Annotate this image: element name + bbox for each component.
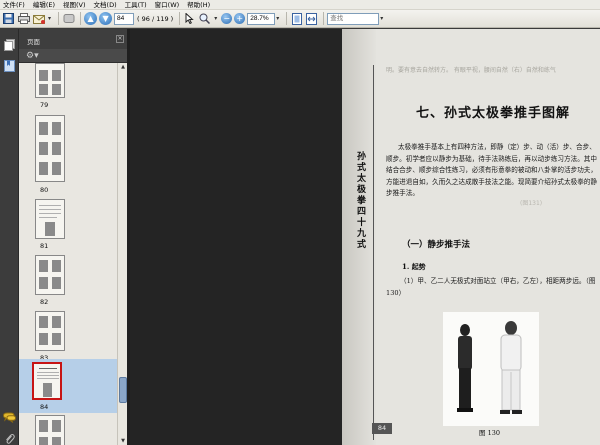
thumbnail-page — [35, 255, 65, 295]
email-dropdown-icon[interactable]: ▾ — [48, 15, 51, 22]
page-number-input[interactable] — [114, 12, 135, 25]
thumbnail-page — [35, 311, 65, 351]
zoom-level-field[interactable] — [247, 12, 276, 25]
hand-tool-button[interactable] — [62, 12, 75, 25]
panel-options-bar: ⚙▾ — [19, 49, 127, 63]
book-title-vertical: 孙式太极拳四十九式 — [355, 151, 365, 250]
toolbar-divider — [179, 12, 181, 25]
zoom-dropdown-icon[interactable]: ▾ — [276, 15, 279, 22]
scroll-down-icon[interactable]: ▼ — [119, 437, 127, 445]
thumbnail-label: 81 — [40, 242, 49, 250]
minus-icon: − — [223, 14, 231, 23]
bleed-through-text: (图131) — [520, 200, 543, 207]
menu-help[interactable]: 帮助(H) — [187, 0, 210, 10]
panel-splitter[interactable] — [127, 29, 130, 445]
navigation-icon-strip — [0, 29, 19, 445]
menu-edit[interactable]: 编辑(E) — [33, 0, 55, 10]
print-icon — [17, 13, 30, 24]
bookmarks-panel-icon[interactable] — [4, 60, 15, 72]
previous-page-button[interactable]: ▲ — [84, 12, 98, 25]
fit-width-button[interactable] — [305, 12, 318, 25]
thumbnail-item[interactable]: 81 — [19, 199, 117, 251]
section-heading: （一）静步推手法 — [402, 240, 471, 250]
plus-icon: + — [236, 14, 244, 23]
page-number: 84 — [372, 423, 392, 434]
panel-header: 页面 × — [19, 29, 127, 49]
menu-document[interactable]: 文档(D) — [94, 0, 117, 10]
scrollbar-thumb[interactable] — [119, 377, 127, 403]
pages-panel: 页面 × ⚙▾ 79 80 81 82 83 84 ▲ ▼ — [19, 29, 127, 445]
menu-window[interactable]: 窗口(W) — [155, 0, 180, 10]
menu-tools[interactable]: 工具(T) — [125, 0, 147, 10]
zoom-out-button[interactable]: − — [221, 13, 233, 24]
arrow-down-icon: ▼ — [102, 14, 109, 23]
thumbnail-list: 79 80 81 82 83 84 — [19, 63, 117, 445]
fit-width-icon — [306, 12, 318, 25]
save-icon — [3, 13, 14, 24]
menu-view[interactable]: 视图(V) — [63, 0, 86, 10]
cursor-icon — [185, 13, 195, 24]
attachments-icon[interactable] — [4, 433, 15, 445]
save-button[interactable] — [2, 12, 15, 25]
thumbnail-item[interactable]: 85 — [19, 415, 117, 445]
bleed-through-text: 明。要有意去自然转方。 有眼平视，腰间自然（右）自然和练气 — [386, 67, 556, 74]
thumbnail-scrollbar[interactable]: ▲ ▼ — [117, 63, 127, 445]
select-tool-button[interactable] — [183, 12, 196, 25]
search-dropdown-icon[interactable]: ▾ — [380, 15, 383, 22]
subsection-heading: 1. 起势 — [402, 262, 426, 271]
thumbnail-item[interactable]: 82 — [19, 255, 117, 307]
hand-icon — [63, 14, 75, 23]
select-tool-dropdown-icon[interactable]: ▾ — [214, 15, 217, 22]
panel-title: 页面 — [27, 38, 40, 46]
thumbnail-label: 84 — [40, 403, 49, 411]
email-button[interactable] — [32, 12, 45, 25]
email-icon — [32, 14, 45, 24]
toolbar: ▾ ▲ ▼ ( 96 / 119 ) ▾ − + ▾ ▾ — [0, 10, 600, 28]
menu-file[interactable]: 文件(F) — [3, 0, 25, 10]
panel-close-button[interactable]: × — [116, 35, 124, 43]
pdf-page: 孙式太极拳四十九式 明。要有意去自然转方。 有眼平视，腰间自然（右）自然和练气 … — [342, 29, 600, 445]
figure-caption: 图 130 — [479, 429, 500, 437]
body-paragraph: 太极拳推手基本上有四种方法，即静（定）步、动（活）步、合步、顺步。初学者应以静步… — [386, 143, 597, 197]
options-gear-icon[interactable]: ⚙▾ — [26, 51, 39, 61]
page-count-label: ( 96 / 119 ) — [137, 14, 174, 23]
figure-photo — [443, 312, 539, 426]
toolbar-divider — [286, 12, 288, 25]
snapshot-tool-button[interactable] — [198, 12, 211, 25]
thumbnail-page — [35, 415, 65, 445]
search-input[interactable] — [327, 12, 380, 25]
thumbnail-item[interactable]: 83 — [19, 311, 117, 363]
vertical-rule — [373, 65, 374, 440]
zoom-in-button[interactable]: + — [234, 13, 246, 24]
toolbar-divider — [58, 12, 60, 25]
close-icon: × — [117, 35, 123, 42]
comments-icon[interactable] — [3, 412, 16, 424]
toolbar-divider — [80, 12, 82, 25]
pages-panel-icon[interactable] — [4, 39, 15, 51]
thumbnail-label: 82 — [40, 298, 49, 306]
instruction-paragraph: （1）甲、乙二人无极式对面站立（甲右，乙左），相距两步远。（图130） — [386, 277, 596, 297]
thumbnail-item[interactable]: 80 — [19, 115, 117, 195]
magnifier-select-icon — [199, 13, 211, 24]
thumbnail-page — [35, 63, 65, 98]
next-page-button[interactable]: ▼ — [99, 12, 113, 25]
menu-bar: 文件(F) 编辑(E) 视图(V) 文档(D) 工具(T) 窗口(W) 帮助(H… — [0, 0, 600, 10]
scroll-up-icon[interactable]: ▲ — [119, 63, 127, 71]
arrow-up-icon: ▲ — [87, 14, 94, 23]
thumbnail-item-selected[interactable]: 84 — [19, 359, 117, 413]
thumbnail-page — [35, 199, 65, 239]
thumbnail-page — [35, 115, 65, 182]
thumbnail-page — [32, 362, 62, 400]
fit-page-button[interactable] — [290, 12, 303, 25]
fit-page-icon — [291, 12, 302, 25]
print-button[interactable] — [17, 12, 30, 25]
thumbnail-label: 80 — [40, 186, 49, 194]
toolbar-divider — [323, 12, 325, 25]
thumbnail-label: 79 — [40, 101, 49, 109]
thumbnail-item[interactable]: 79 — [19, 63, 117, 111]
chapter-title: 七、孙式太极拳推手图解 — [416, 106, 571, 121]
